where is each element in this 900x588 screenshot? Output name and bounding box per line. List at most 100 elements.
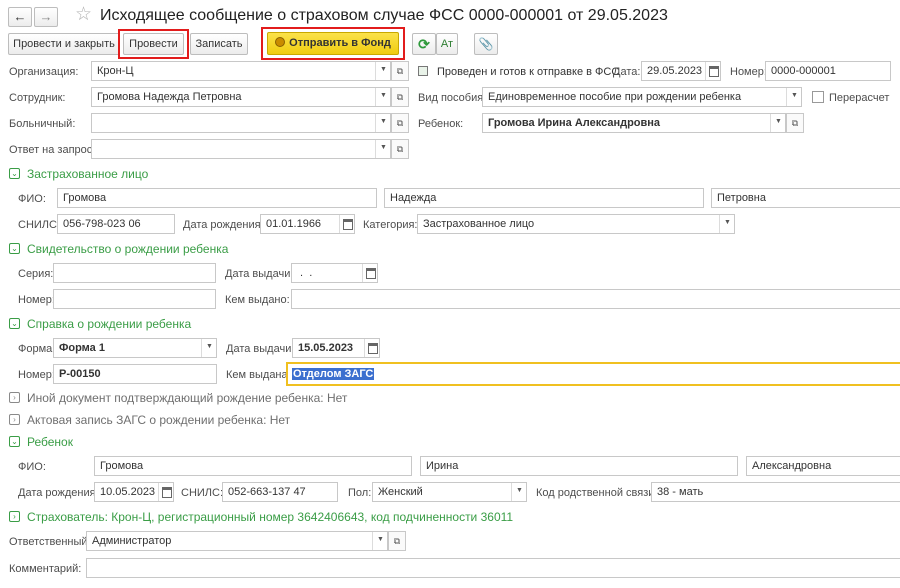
- birth-cert-number-label: Номер:: [18, 294, 55, 306]
- organization-open-button[interactable]: ⧉: [391, 61, 409, 81]
- insured-last-name-field[interactable]: Громова: [57, 188, 377, 208]
- child-middle-name-field[interactable]: Александровна: [746, 456, 900, 476]
- chevron-down-icon[interactable]: [201, 339, 216, 357]
- calendar-icon[interactable]: [158, 483, 173, 501]
- page-title: Исходящее сообщение о страховом случае Ф…: [100, 7, 668, 24]
- insured-category-field[interactable]: Застрахованное лицо: [417, 214, 735, 234]
- birth-ref-form-label: Форма:: [18, 343, 56, 355]
- zags-record-section-title[interactable]: Актовая запись ЗАГС о рождении ребенка: …: [27, 413, 290, 427]
- child-collapse-toggle[interactable]: ⌄: [9, 436, 20, 447]
- forward-button[interactable]: →: [34, 7, 58, 27]
- responsible-label: Ответственный:: [9, 536, 91, 548]
- benefit-type-label: Вид пособия:: [418, 92, 487, 104]
- birth-cert-issue-date-label: Дата выдачи:: [225, 268, 294, 280]
- chevron-down-icon[interactable]: [375, 114, 390, 132]
- calendar-icon[interactable]: [705, 62, 720, 80]
- responsible-open-button[interactable]: ⧉: [388, 531, 406, 551]
- post-and-close-button[interactable]: Провести и закрыть: [8, 33, 120, 55]
- child-birth-field[interactable]: 10.05.2023: [94, 482, 174, 502]
- calendar-icon[interactable]: [362, 264, 377, 282]
- child-field[interactable]: Громова Ирина Александровна: [482, 113, 786, 133]
- insured-category-label: Категория:: [363, 219, 418, 231]
- coin-icon: [275, 37, 286, 47]
- chevron-down-icon[interactable]: [372, 532, 387, 550]
- employee-field[interactable]: Громова Надежда Петровна: [91, 87, 391, 107]
- organization-field[interactable]: Крон-Ц: [91, 61, 391, 81]
- child-gender-label: Пол:: [348, 487, 372, 499]
- reply-to-request-open-button[interactable]: ⧉: [391, 139, 409, 159]
- birth-ref-issued-by-field[interactable]: Отделом ЗАГС: [286, 362, 900, 386]
- comment-field[interactable]: [86, 558, 900, 578]
- clear-posting-icon: Ат: [440, 38, 454, 50]
- child-gender-field[interactable]: Женский: [372, 482, 527, 502]
- child-section-title[interactable]: Ребенок: [27, 435, 73, 449]
- insured-snils-field[interactable]: 056-798-023 06: [57, 214, 175, 234]
- insurer-expand-toggle[interactable]: ›: [9, 511, 20, 522]
- insured-section-title[interactable]: Застрахованное лицо: [27, 167, 148, 181]
- insured-middle-name-field[interactable]: Петровна: [711, 188, 900, 208]
- birth-cert-issued-by-field[interactable]: [291, 289, 900, 309]
- reply-to-request-label: Ответ на запрос:: [9, 144, 96, 156]
- reply-to-request-field[interactable]: [91, 139, 391, 159]
- insured-first-name-field[interactable]: Надежда: [384, 188, 704, 208]
- child-snils-field[interactable]: 052-663-137 47: [222, 482, 338, 502]
- child-open-button[interactable]: ⧉: [786, 113, 804, 133]
- chevron-down-icon[interactable]: [719, 215, 734, 233]
- zags-record-expand-toggle[interactable]: ›: [9, 414, 20, 425]
- birth-cert-collapse-toggle[interactable]: ⌄: [9, 243, 20, 254]
- child-label: Ребенок:: [418, 118, 464, 130]
- calendar-icon[interactable]: [339, 215, 354, 233]
- birth-cert-section-title[interactable]: Свидетельство о рождении ребенка: [27, 242, 228, 256]
- birth-cert-issue-date-value: . .: [297, 267, 313, 279]
- sick-leave-open-button[interactable]: ⧉: [391, 113, 409, 133]
- birth-cert-issue-date-field[interactable]: . .: [291, 263, 378, 283]
- post-button[interactable]: Провести: [123, 33, 184, 55]
- chevron-down-icon[interactable]: [770, 114, 785, 132]
- benefit-type-field[interactable]: Единовременное пособие при рождении ребе…: [482, 87, 802, 107]
- birth-cert-series-field[interactable]: [53, 263, 216, 283]
- chevron-down-icon[interactable]: [786, 88, 801, 106]
- insured-collapse-toggle[interactable]: ⌄: [9, 168, 20, 179]
- birth-cert-number-field[interactable]: [53, 289, 216, 309]
- refresh-icon: ⟳: [418, 36, 430, 52]
- birth-ref-number-label: Номер:: [18, 369, 55, 381]
- back-button[interactable]: ←: [8, 7, 32, 27]
- sick-leave-field[interactable]: [91, 113, 391, 133]
- birth-ref-section-title[interactable]: Справка о рождении ребенка: [27, 317, 191, 331]
- sick-leave-label: Больничный:: [9, 118, 76, 130]
- other-doc-section-title[interactable]: Иной документ подтверждающий рождение ре…: [27, 391, 347, 405]
- send-to-fund-button[interactable]: Отправить в Фонд: [267, 32, 399, 55]
- employee-value: Громова Надежда Петровна: [97, 91, 242, 103]
- insured-birth-value: 01.01.1966: [266, 218, 322, 230]
- number-field[interactable]: 0000-000001: [765, 61, 891, 81]
- favorite-star-icon[interactable]: ☆: [75, 4, 92, 26]
- chevron-down-icon[interactable]: [375, 140, 390, 158]
- responsible-field[interactable]: Администратор: [86, 531, 388, 551]
- child-relation-field[interactable]: 38 - мать: [651, 482, 900, 502]
- calendar-icon[interactable]: [364, 339, 379, 357]
- child-last-name-field[interactable]: Громова: [94, 456, 412, 476]
- recalc-checkbox[interactable]: [812, 91, 824, 103]
- clear-posting-button[interactable]: Ат: [436, 33, 458, 55]
- attachments-button[interactable]: 📎: [474, 33, 498, 55]
- refresh-button[interactable]: ⟳: [412, 33, 436, 55]
- child-birth-label: Дата рождения:: [18, 487, 99, 499]
- send-to-fund-label: Отправить в Фонд: [289, 37, 391, 49]
- insured-birth-field[interactable]: 01.01.1966: [260, 214, 355, 234]
- insurer-section-title[interactable]: Страхователь: Крон-Ц, регистрационный но…: [27, 510, 513, 524]
- arrow-left-icon: ←: [13, 9, 27, 24]
- birth-ref-number-field[interactable]: Р-00150: [53, 364, 217, 384]
- date-field[interactable]: 29.05.2023: [641, 61, 721, 81]
- chevron-down-icon[interactable]: [375, 88, 390, 106]
- child-first-name-field[interactable]: Ирина: [420, 456, 738, 476]
- birth-ref-issue-date-field[interactable]: 15.05.2023: [292, 338, 380, 358]
- chevron-down-icon[interactable]: [511, 483, 526, 501]
- employee-open-button[interactable]: ⧉: [391, 87, 409, 107]
- birth-ref-collapse-toggle[interactable]: ⌄: [9, 318, 20, 329]
- chevron-down-icon[interactable]: [375, 62, 390, 80]
- insured-category-value: Застрахованное лицо: [423, 218, 535, 230]
- other-doc-expand-toggle[interactable]: ›: [9, 392, 20, 403]
- birth-ref-form-field[interactable]: Форма 1: [53, 338, 217, 358]
- child-gender-value: Женский: [378, 486, 423, 498]
- save-button[interactable]: Записать: [190, 33, 248, 55]
